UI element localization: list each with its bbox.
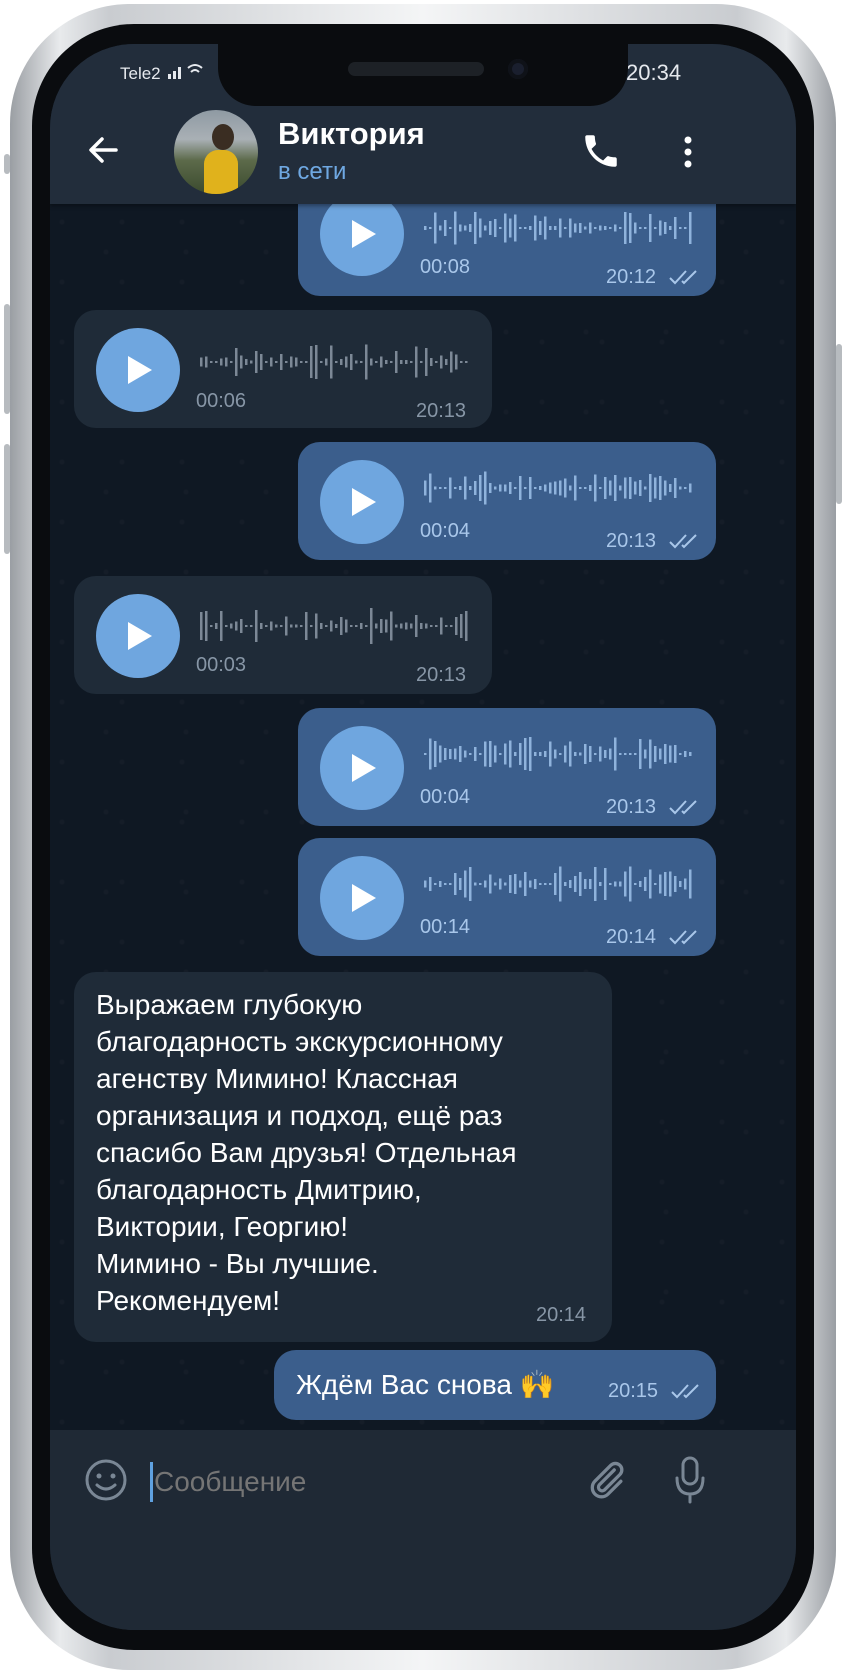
chat-header: Виктория в сети	[50, 106, 796, 204]
contact-name[interactable]: Виктория	[278, 116, 425, 152]
paperclip-icon[interactable]	[584, 1456, 628, 1504]
microphone-icon[interactable]	[674, 1454, 706, 1506]
waveform[interactable]	[424, 734, 694, 774]
status-time: 20:34	[626, 60, 682, 85]
message-time: 20:13	[416, 400, 467, 422]
message-text: Ждём Вас снова 🙌	[296, 1369, 555, 1400]
text-message-incoming: Выражаем глубокую благодарность экскурси…	[74, 972, 612, 1342]
message-time: 20:13	[606, 530, 657, 552]
message-list[interactable]: 00:08 20:12 00:06 20:13 00:04 20:13 00:0…	[50, 178, 796, 1430]
signal-icon	[168, 62, 204, 83]
earpiece-speaker	[348, 62, 484, 76]
phone-icon[interactable]	[580, 130, 622, 172]
play-icon[interactable]	[96, 328, 180, 412]
play-icon[interactable]	[320, 856, 404, 940]
voice-duration: 00:06	[196, 390, 247, 412]
double-check-icon	[669, 800, 697, 815]
bottom-safe-area	[50, 1540, 796, 1630]
voice-message-outgoing: 00:04 20:13	[298, 442, 716, 560]
text-cursor	[150, 1462, 153, 1502]
power-button	[836, 344, 842, 504]
double-check-icon	[669, 930, 697, 945]
voice-message-incoming: 00:06 20:13	[74, 310, 492, 428]
volume-up-button	[4, 304, 10, 414]
voice-duration: 00:08	[420, 256, 471, 278]
emoji-icon[interactable]	[84, 1458, 128, 1502]
voice-duration: 00:03	[196, 654, 247, 676]
waveform[interactable]	[424, 864, 694, 904]
play-icon[interactable]	[320, 192, 404, 276]
play-icon[interactable]	[96, 594, 180, 678]
waveform[interactable]	[424, 208, 694, 248]
message-time: 20:13	[606, 796, 657, 818]
waveform[interactable]	[200, 606, 470, 646]
arrow-left-icon[interactable]	[86, 132, 122, 176]
message-input[interactable]	[154, 1462, 554, 1502]
message-time: 20:12	[606, 266, 657, 288]
message-time: 20:13	[416, 664, 467, 686]
voice-duration: 00:04	[420, 786, 471, 808]
contact-status: в сети	[278, 158, 347, 185]
voice-duration: 00:04	[420, 520, 471, 542]
carrier-label: Tele2	[120, 64, 161, 83]
contact-avatar[interactable]	[174, 110, 258, 194]
waveform[interactable]	[424, 468, 694, 508]
voice-duration: 00:14	[420, 916, 471, 938]
double-check-icon	[669, 534, 697, 549]
double-check-icon	[671, 1384, 699, 1399]
voice-message-incoming: 00:03 20:13	[74, 576, 492, 694]
play-icon[interactable]	[320, 460, 404, 544]
message-time: 20:14	[606, 926, 657, 948]
notch	[218, 44, 628, 106]
message-text: Выражаем глубокую благодарность экскурси…	[96, 989, 517, 1316]
text-message-outgoing: Ждём Вас снова 🙌 20:15	[274, 1350, 716, 1420]
voice-message-outgoing: 00:14 20:14	[298, 838, 716, 956]
volume-down-button	[4, 444, 10, 554]
play-icon[interactable]	[320, 726, 404, 810]
waveform[interactable]	[200, 342, 470, 382]
mute-switch	[4, 154, 10, 174]
phone-screen: Tele2 20:34 Виктория в сети 00:08 20:12	[50, 44, 796, 1630]
message-time: 20:15	[608, 1380, 659, 1402]
voice-message-outgoing: 00:04 20:13	[298, 708, 716, 826]
more-vertical-icon[interactable]	[680, 132, 696, 172]
message-time: 20:14	[536, 1304, 587, 1326]
double-check-icon	[669, 270, 697, 285]
front-camera	[508, 59, 528, 79]
message-input-bar	[50, 1430, 796, 1540]
